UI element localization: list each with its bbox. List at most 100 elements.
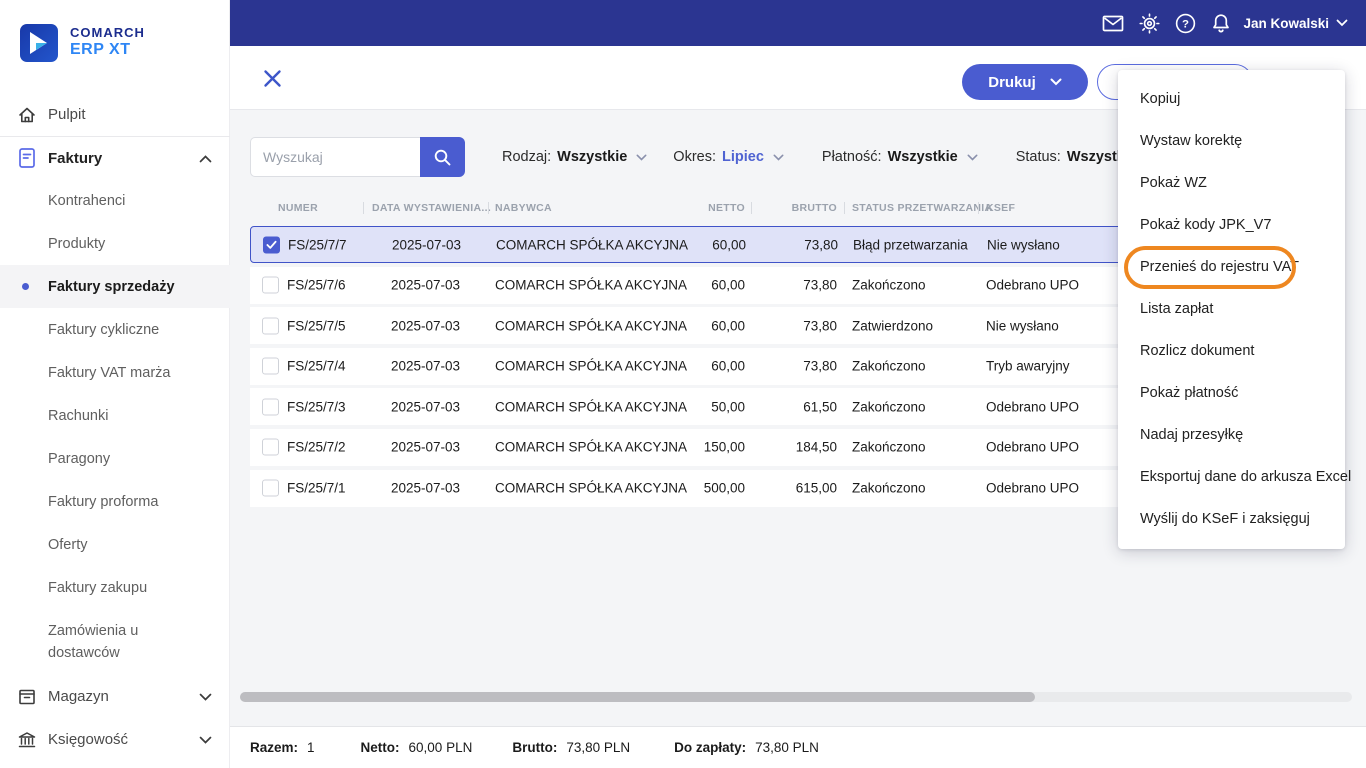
column-header-ksef[interactable]: KSEF	[986, 202, 1015, 214]
chevron-down-icon	[967, 154, 978, 161]
sidebar-item-produkty[interactable]: Produkty	[0, 222, 230, 265]
menu-item-pokaz-wz[interactable]: Pokaż WZ	[1118, 162, 1345, 204]
sidebar-item-ksiegowosc[interactable]: Księgowość	[0, 718, 230, 761]
topbar: ? Jan Kowalski	[230, 0, 1366, 46]
column-header-numer[interactable]: NUMER	[278, 202, 318, 214]
active-bullet	[22, 283, 29, 290]
menu-item-kopiuj[interactable]: Kopiuj	[1118, 78, 1345, 120]
summary-label: Do zapłaty:	[674, 740, 747, 755]
sidebar-item-oferty[interactable]: Oferty	[0, 523, 230, 566]
menu-item-wyslij-do-ksef-i-zaksieguj[interactable]: Wyślij do KSeF i zaksięguj	[1118, 498, 1345, 540]
cell-netto: 60,00	[711, 277, 745, 293]
cell-nabywca: COMARCH SPÓŁKA AKCYJNA	[495, 358, 688, 374]
row-checkbox[interactable]	[262, 317, 279, 335]
menu-item-nadaj-przesylke[interactable]: Nadaj przesyłkę	[1118, 414, 1345, 456]
menu-item-lista-zaplat[interactable]: Lista zapłat	[1118, 288, 1345, 330]
menu-item-rozlicz-dokument[interactable]: Rozlicz dokument	[1118, 330, 1345, 372]
row-checkbox[interactable]	[262, 357, 279, 375]
sidebar-item-label: Faktury cykliczne	[48, 321, 160, 338]
sidebar-nav: Pulpit Faktury Kontrahenci Produkty Fakt…	[0, 93, 230, 761]
cell-numer: FS/25/7/1	[287, 480, 346, 496]
cell-netto: 60,00	[712, 237, 746, 252]
menu-item-pokaz-platnosc[interactable]: Pokaż płatność	[1118, 372, 1345, 414]
print-button-label: Drukuj	[988, 73, 1036, 91]
sidebar-item-label: Rachunki	[48, 407, 109, 424]
cell-numer: FS/25/7/2	[287, 439, 346, 455]
close-button[interactable]	[260, 66, 284, 90]
cell-ksef: Odebrano UPO	[986, 439, 1080, 455]
column-header-data-wystawienia[interactable]: DATA WYSTAWIENIA...	[372, 202, 491, 214]
menu-item-przenies-do-rejestru-vat[interactable]: Przenieś do rejestru VAT	[1118, 246, 1345, 288]
sidebar-item-label: Faktury	[48, 149, 103, 167]
user-name: Jan Kowalski	[1243, 15, 1329, 31]
filter-okres[interactable]: Okres: Lipiec	[673, 149, 784, 165]
sidebar-item-faktury-sprzedazy[interactable]: Faktury sprzedaży	[0, 265, 230, 308]
summary-value: 73,80 PLN	[566, 740, 631, 755]
sidebar-item-label: Faktury sprzedaży	[48, 278, 175, 295]
sidebar-item-faktury-cykliczne[interactable]: Faktury cykliczne	[0, 308, 230, 351]
sidebar-item-faktury[interactable]: Faktury	[0, 136, 230, 179]
row-checkbox[interactable]	[262, 479, 279, 497]
row-checkbox[interactable]	[262, 398, 279, 416]
home-icon	[17, 105, 37, 125]
filter-value: Lipiec	[722, 149, 764, 165]
sidebar-item-paragony[interactable]: Paragony	[0, 437, 230, 480]
actions-context-menu: Kopiuj Wystaw korektę Pokaż WZ Pokaż kod…	[1118, 70, 1351, 549]
row-checkbox[interactable]	[262, 438, 279, 456]
column-divider	[488, 202, 489, 214]
menu-item-pokaz-kody-jpk-v7[interactable]: Pokaż kody JPK_V7	[1118, 204, 1345, 246]
filter-platnosc[interactable]: Płatność: Wszystkie	[822, 149, 978, 165]
filter-rodzaj[interactable]: Rodzaj: Wszystkie	[502, 149, 647, 165]
search-button[interactable]	[420, 137, 465, 177]
column-divider	[751, 202, 752, 214]
print-button[interactable]: Drukuj	[962, 64, 1088, 100]
column-header-brutto[interactable]: BRUTTO	[758, 202, 837, 214]
accounting-icon	[17, 730, 37, 750]
invoice-icon	[17, 148, 37, 168]
menu-item-wystaw-korekte[interactable]: Wystaw korektę	[1118, 120, 1345, 162]
warehouse-icon	[17, 687, 37, 707]
sidebar-item-label: Zamówienia u dostawców	[48, 623, 139, 661]
gear-icon[interactable]	[1131, 5, 1167, 41]
sidebar-item-kontrahenci[interactable]: Kontrahenci	[0, 179, 230, 222]
chevron-up-icon	[199, 150, 212, 167]
horizontal-scrollbar[interactable]	[240, 692, 1352, 702]
scrollbar-thumb[interactable]	[240, 692, 1035, 702]
menu-item-eksportuj-dane-do-arkusza-excel[interactable]: Eksportuj dane do arkusza Excel	[1118, 456, 1351, 498]
sidebar-item-faktury-zakupu[interactable]: Faktury zakupu	[0, 566, 230, 609]
row-checkbox[interactable]	[262, 276, 279, 294]
row-checkbox-checked[interactable]	[263, 236, 280, 253]
sidebar-item-magazyn[interactable]: Magazyn	[0, 675, 230, 718]
summary-label: Brutto:	[512, 740, 558, 755]
cell-numer: FS/25/7/3	[287, 399, 346, 415]
column-header-netto[interactable]: NETTO	[665, 202, 745, 214]
sidebar-item-zamowienia-u-dostawcow[interactable]: Zamówienia u dostawców	[0, 609, 230, 675]
sidebar-item-faktury-vat-marza[interactable]: Faktury VAT marża	[0, 351, 230, 394]
sidebar-item-faktury-proforma[interactable]: Faktury proforma	[0, 480, 230, 523]
chevron-down-icon	[773, 154, 784, 161]
cell-data: 2025-07-03	[390, 439, 460, 455]
sidebar-item-label: Faktury proforma	[48, 493, 159, 510]
mail-icon[interactable]	[1095, 5, 1131, 41]
summary-value: 73,80 PLN	[755, 740, 819, 755]
cell-numer: FS/25/7/7	[288, 237, 347, 252]
cell-status: Zakończono	[852, 480, 926, 496]
summary-label: Netto:	[360, 740, 400, 755]
user-menu[interactable]: Jan Kowalski	[1243, 16, 1348, 31]
help-icon[interactable]: ?	[1167, 5, 1203, 41]
cell-brutto: 73,80	[803, 358, 837, 374]
bell-icon[interactable]	[1203, 5, 1239, 41]
chevron-down-icon	[1050, 78, 1062, 86]
filter-value: Wszystkie	[887, 149, 958, 165]
filter-label: Status:	[1015, 149, 1061, 165]
sidebar-item-rachunki[interactable]: Rachunki	[0, 394, 230, 437]
search-input[interactable]	[250, 137, 420, 177]
cell-ksef: Nie wysłano	[987, 237, 1060, 252]
comarch-logo-icon	[20, 24, 58, 62]
cell-status: Zakończono	[852, 399, 926, 415]
cell-brutto: 615,00	[795, 480, 837, 496]
column-header-status-przetwarzania[interactable]: STATUS PRZETWARZANIA	[852, 202, 992, 214]
column-header-nabywca[interactable]: NABYWCA	[495, 202, 552, 214]
sidebar-item-pulpit[interactable]: Pulpit	[0, 93, 230, 136]
cell-brutto: 184,50	[795, 439, 837, 455]
